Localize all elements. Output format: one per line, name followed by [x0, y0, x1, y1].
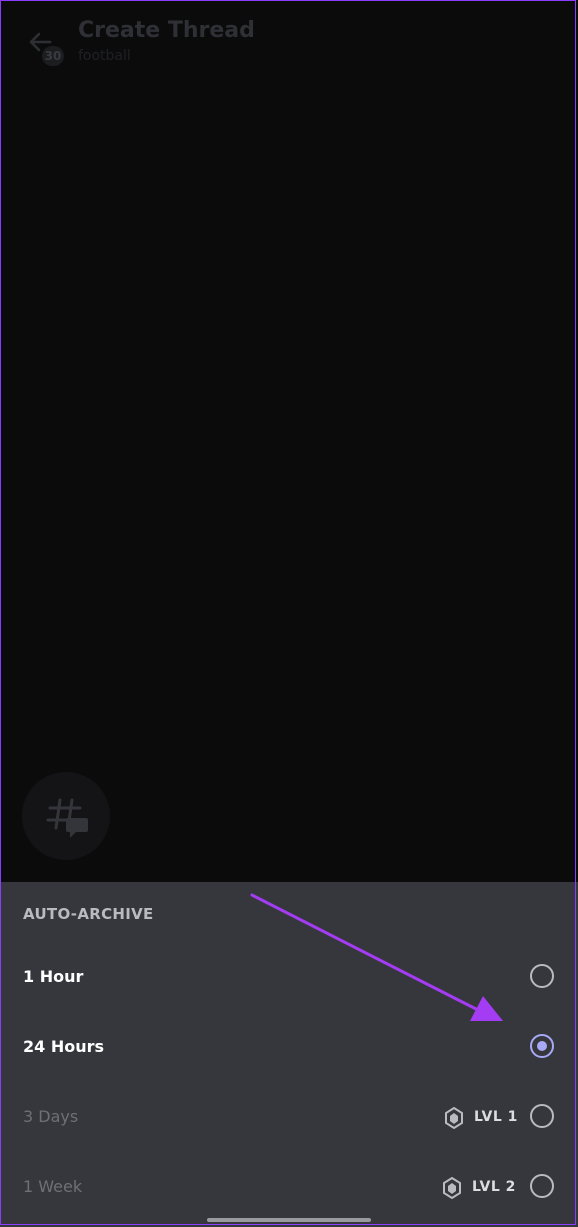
boost-gem-icon	[445, 1107, 463, 1129]
option-label: 1 Week	[23, 1177, 83, 1196]
boost-gem-icon	[443, 1177, 461, 1199]
home-indicator[interactable]	[207, 1218, 371, 1222]
unread-badge: 30	[42, 46, 64, 66]
sheet-title: AUTO-ARCHIVE	[23, 905, 154, 923]
level-label: LVL 1	[474, 1109, 518, 1125]
thread-icon	[46, 798, 88, 838]
radio-button-selected[interactable]	[530, 1034, 554, 1058]
radio-button[interactable]	[530, 1104, 554, 1128]
option-label: 3 Days	[23, 1107, 79, 1126]
level-label: LVL 2	[472, 1179, 516, 1195]
header: 30 Create Thread football	[0, 0, 578, 80]
channel-name: football	[78, 48, 131, 64]
page-title: Create Thread	[78, 18, 255, 43]
option-1-hour[interactable]: 1 Hour	[0, 947, 578, 1017]
radio-button[interactable]	[530, 964, 554, 988]
option-3-days[interactable]: 3 Days LVL 1	[0, 1087, 578, 1157]
option-1-week[interactable]: 1 Week LVL 2	[0, 1157, 578, 1227]
option-24-hours[interactable]: 24 Hours	[0, 1017, 578, 1087]
option-label: 24 Hours	[23, 1037, 105, 1056]
option-label: 1 Hour	[23, 967, 84, 986]
radio-button[interactable]	[530, 1174, 554, 1198]
